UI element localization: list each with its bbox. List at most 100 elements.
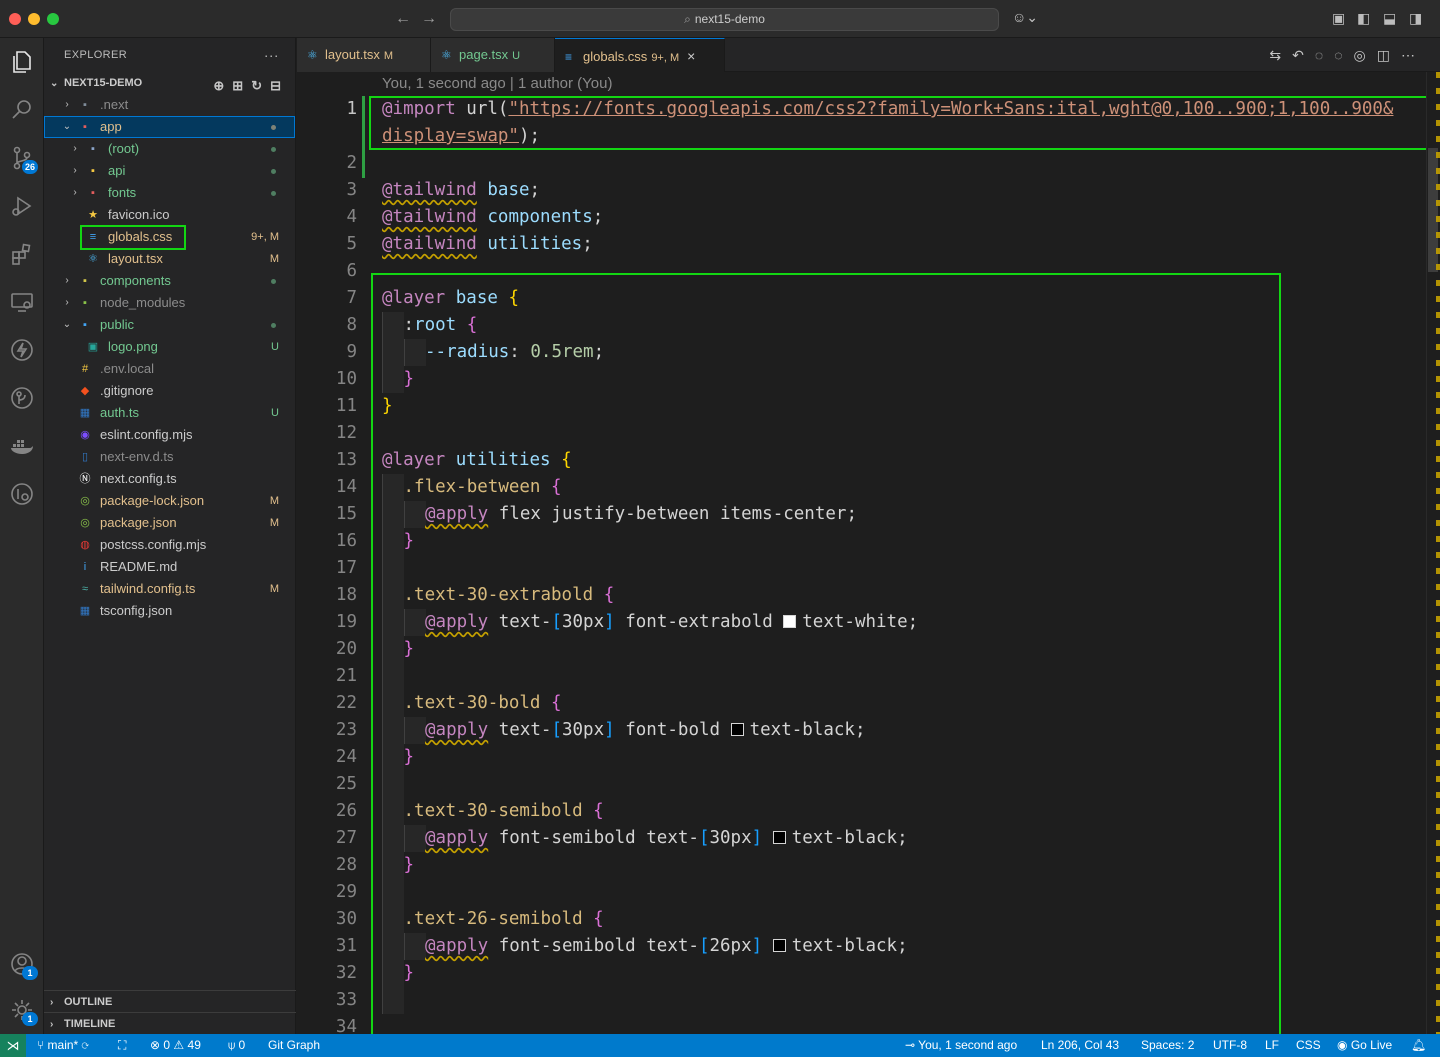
tree-item[interactable]: i README.md <box>44 556 295 578</box>
tree-item[interactable]: # .env.local <box>44 358 295 380</box>
go-back-icon[interactable]: ↶ <box>1292 47 1315 63</box>
tree-item[interactable]: ◆ .gitignore <box>44 380 295 402</box>
back-arrow-icon[interactable]: ← <box>395 10 411 28</box>
explorer-icon[interactable] <box>8 48 36 76</box>
git-status-badge: U <box>271 407 279 419</box>
remote-explorer-icon[interactable] <box>8 288 36 316</box>
tree-item[interactable]: › ▪ node_modules <box>44 292 295 314</box>
run-debug-icon[interactable] <box>8 192 36 220</box>
tree-item[interactable]: ▦ tsconfig.json <box>44 600 295 622</box>
code-line[interactable]: @tailwind utilities; <box>382 231 593 258</box>
code-line[interactable]: @tailwind components; <box>382 204 603 231</box>
project-section-header[interactable]: ⌄ NEXT15-DEMO ⊕⊞↻⊟ <box>44 72 295 94</box>
open-changes-icon[interactable]: ◎ <box>1354 47 1377 63</box>
git-change-dot <box>271 191 276 196</box>
toggle-panel-icon[interactable]: ⬓ <box>1383 10 1396 28</box>
tree-item[interactable]: ≈ tailwind.config.ts M <box>44 578 295 600</box>
maximize-window-button[interactable] <box>47 13 59 25</box>
notifications-bell-icon[interactable]: 🔔︎ <box>1411 1034 1426 1057</box>
tree-item[interactable]: ⌄ ▪ app <box>44 116 295 138</box>
tree-item[interactable]: ◎ package-lock.json M <box>44 490 295 512</box>
docker-icon[interactable] <box>8 432 36 460</box>
git-lens-icon[interactable] <box>8 384 36 412</box>
toggle-primary-sidebar-icon[interactable]: ◧ <box>1357 10 1370 28</box>
command-center-search[interactable]: ⌕ next15-demo <box>450 8 999 31</box>
tree-item[interactable]: ◎ package.json M <box>44 512 295 534</box>
language-mode[interactable]: CSS <box>1296 1034 1321 1057</box>
folder-node-icon: ▪ <box>83 297 87 309</box>
line-number: 30 <box>335 909 357 929</box>
tree-item[interactable]: ▦ auth.ts U <box>44 402 295 424</box>
collapse-all-icon[interactable]: ⊟ <box>270 78 289 93</box>
new-file-icon[interactable]: ⊕ <box>213 78 232 93</box>
tree-item[interactable]: ★ favicon.ico <box>44 204 295 226</box>
problems-indicator[interactable]: ⊗ 0 ⚠ 49 <box>150 1034 201 1057</box>
compare-changes-icon[interactable]: ⇆ <box>1269 47 1292 63</box>
tree-item[interactable]: › ▪ .next <box>44 94 295 116</box>
source-control-icon[interactable]: 26 <box>8 144 38 174</box>
minimize-window-button[interactable] <box>28 13 40 25</box>
line-number: 5 <box>346 234 357 254</box>
extensions-icon[interactable] <box>8 240 36 268</box>
git-blame-header[interactable]: You, 1 second ago | 1 author (You) <box>382 75 612 92</box>
editor-tab[interactable]: ⚛ page.tsx U <box>431 38 555 72</box>
tree-item[interactable]: ◉ eslint.config.mjs <box>44 424 295 446</box>
tab-label: layout.tsx <box>325 47 380 62</box>
thunder-client-icon[interactable] <box>8 336 36 364</box>
tree-item[interactable]: › ▪ (root) <box>44 138 295 160</box>
accounts-icon[interactable]: 1 <box>8 950 38 980</box>
next-change-icon[interactable]: ◌ <box>1334 47 1353 63</box>
tree-item[interactable]: ▣ logo.png U <box>44 336 295 358</box>
go-live-button[interactable]: ◉ Go Live <box>1337 1034 1392 1057</box>
explorer-header: EXPLORER ··· <box>44 38 295 72</box>
code-token: base <box>487 180 530 200</box>
line-number: 19 <box>335 612 357 632</box>
more-actions-icon[interactable]: ⋯ <box>1401 47 1426 63</box>
tree-item[interactable]: › ▪ components <box>44 270 295 292</box>
tree-item[interactable]: ≡ globals.css 9+, M <box>44 226 295 248</box>
code-line[interactable]: @tailwind base; <box>382 177 540 204</box>
encoding[interactable]: UTF-8 <box>1213 1034 1247 1057</box>
tree-item[interactable]: ◍ postcss.config.mjs <box>44 534 295 556</box>
code-token: components <box>487 207 593 227</box>
split-editor-icon[interactable]: ◫ <box>1377 47 1401 63</box>
code-editor[interactable]: You, 1 second ago | 1 author (You) 12345… <box>297 72 1440 1034</box>
more-actions-icon[interactable]: ··· <box>264 38 279 72</box>
close-tab-icon[interactable]: × <box>687 48 695 64</box>
previous-change-icon[interactable]: ◌ <box>1315 47 1334 63</box>
indentation[interactable]: Spaces: 2 <box>1141 1034 1194 1057</box>
close-window-button[interactable] <box>9 13 21 25</box>
tree-item[interactable]: › ▪ api <box>44 160 295 182</box>
tree-item[interactable]: Ⓝnext.config.ts <box>44 468 295 490</box>
timeline-section[interactable]: › TIMELINE <box>44 1012 296 1035</box>
refresh-icon[interactable]: ↻ <box>251 78 270 93</box>
forward-arrow-icon[interactable]: → <box>421 10 437 28</box>
ports-indicator[interactable]: ⍦ 0 <box>228 1034 245 1057</box>
editor-tab[interactable]: ⚛ layout.tsx M <box>297 38 431 72</box>
accounts-badge: 1 <box>22 966 38 980</box>
copilot-icon[interactable]: ☺⌄ <box>1012 9 1038 26</box>
tree-item[interactable]: › ▪ fonts <box>44 182 295 204</box>
outline-section[interactable]: › OUTLINE <box>44 990 296 1013</box>
blame-status[interactable]: ⊸ You, 1 second ago <box>905 1034 1017 1057</box>
end-of-line[interactable]: LF <box>1265 1034 1279 1057</box>
customize-layout-icon[interactable]: ▣ <box>1332 10 1345 28</box>
git-graph-button[interactable]: Git Graph <box>268 1034 320 1057</box>
branch-indicator[interactable]: ⑂ main* ⟳ <box>37 1034 89 1057</box>
remote-indicator-icon[interactable]: ⋊ <box>0 1034 26 1057</box>
github-icon[interactable] <box>8 480 36 508</box>
folder-api-icon: ▪ <box>91 165 95 177</box>
tree-item-label: fonts <box>108 185 137 200</box>
git-change-dot <box>271 323 276 328</box>
tree-item[interactable]: ▯ next-env.d.ts <box>44 446 295 468</box>
settings-gear-icon[interactable]: 1 <box>8 996 38 1026</box>
tree-item[interactable]: ⚛ layout.tsx M <box>44 248 295 270</box>
tree-item-label: app <box>100 119 122 134</box>
new-folder-icon[interactable]: ⊞ <box>232 78 251 93</box>
toggle-secondary-sidebar-icon[interactable]: ◨ <box>1409 10 1422 28</box>
cursor-position[interactable]: Ln 206, Col 43 <box>1041 1034 1119 1057</box>
tree-item[interactable]: ⌄ ▪ public <box>44 314 295 336</box>
search-icon[interactable] <box>8 96 36 124</box>
publish-icon[interactable]: ⛶ <box>118 1034 126 1057</box>
editor-tab[interactable]: ≡ globals.css 9+, M × <box>555 38 725 72</box>
